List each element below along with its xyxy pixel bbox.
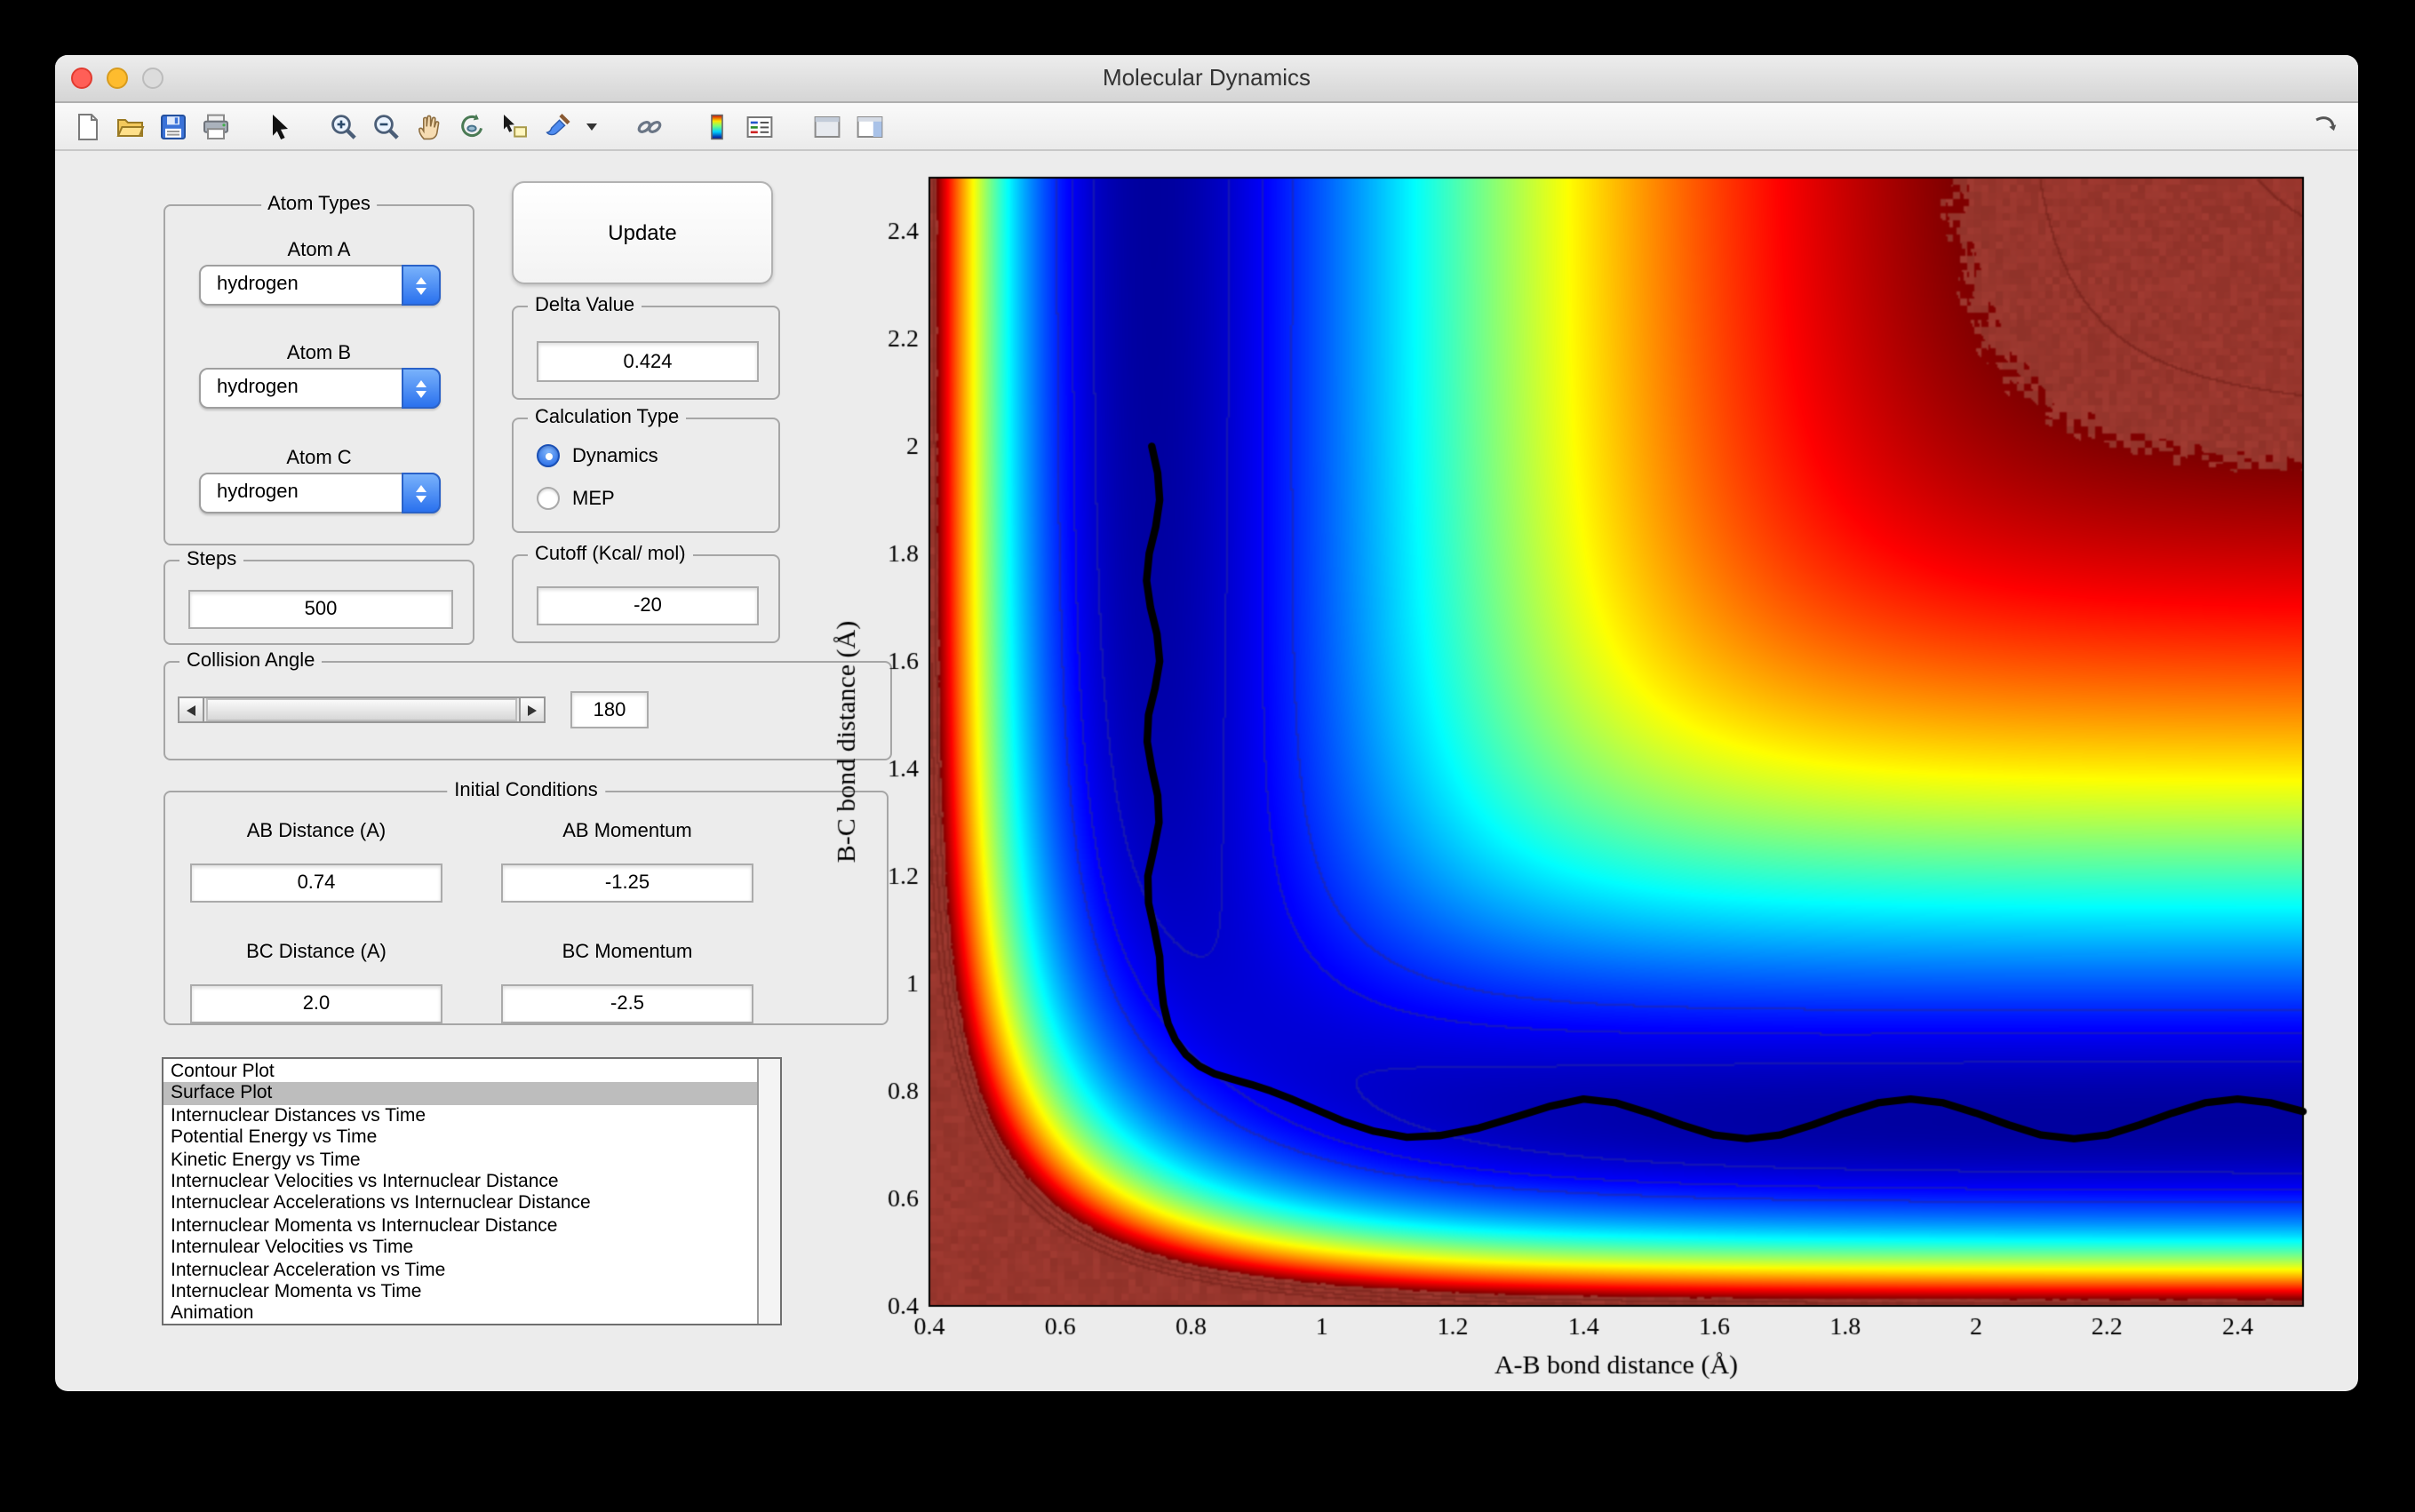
collision-angle-slider[interactable] (178, 696, 546, 723)
delta-value-title: Delta Value (528, 295, 642, 318)
list-item[interactable]: Contour Plot (163, 1061, 757, 1083)
cutoff-group: Cutoff (Kcal/ mol) -20 (512, 554, 780, 643)
dynamics-radio-label: Dynamics (572, 445, 658, 466)
atom-a-value: hydrogen (217, 267, 299, 304)
dynamics-radio[interactable] (537, 444, 560, 467)
list-item[interactable]: Internuclear Velocities vs Internuclear … (163, 1171, 757, 1193)
atom-b-value: hydrogen (217, 370, 299, 407)
link-plot-icon[interactable] (633, 109, 666, 143)
edit-plot-icon[interactable] (263, 109, 297, 143)
slider-left-arrow[interactable] (179, 698, 204, 721)
insert-legend-icon[interactable] (743, 109, 777, 143)
new-figure-icon[interactable] (71, 109, 105, 143)
bc-distance-field[interactable]: 2.0 (190, 984, 442, 1023)
atom-types-group: Atom Types Atom A hydrogen Atom B hydrog… (163, 204, 474, 545)
left-triangle-icon (187, 704, 195, 715)
steps-group: Steps 500 (163, 560, 474, 645)
ab-momentum-field[interactable]: -1.25 (501, 863, 753, 903)
atom-b-label: Atom B (165, 343, 473, 364)
window-titlebar: Molecular Dynamics (55, 55, 2358, 103)
initial-conditions-title: Initial Conditions (447, 780, 604, 803)
list-item[interactable]: Surface Plot (163, 1083, 757, 1105)
steps-title: Steps (179, 549, 243, 572)
dynamics-radio-row[interactable]: Dynamics (537, 444, 658, 467)
collision-angle-field[interactable]: 180 (570, 691, 649, 728)
list-item[interactable]: Internuclear Distances vs Time (163, 1105, 757, 1127)
list-item[interactable]: Internuclear Momenta vs Internuclear Dis… (163, 1214, 757, 1237)
list-item[interactable]: Animation (163, 1303, 757, 1324)
initial-conditions-group: Initial Conditions AB Distance (A) AB Mo… (163, 791, 889, 1025)
potential-energy-surface-plot[interactable] (830, 144, 2351, 1388)
bc-momentum-field[interactable]: -2.5 (501, 984, 753, 1023)
mep-radio-label: MEP (572, 488, 615, 509)
delta-value-field[interactable]: 0.424 (537, 341, 759, 382)
ab-distance-label: AB Distance (A) (190, 821, 442, 842)
listbox-scrollbar[interactable] (757, 1059, 780, 1324)
list-item[interactable]: Internuclear Momenta vs Time (163, 1281, 757, 1303)
calculation-type-group: Calculation Type Dynamics MEP (512, 418, 780, 533)
dropdown-arrows-icon[interactable] (402, 265, 441, 306)
app-window: Molecular Dynamics Atom Types (55, 55, 2358, 1391)
atom-types-title: Atom Types (260, 194, 378, 217)
rotate-3d-icon[interactable] (455, 109, 489, 143)
delta-value-group: Delta Value 0.424 (512, 306, 780, 400)
update-button[interactable]: Update (512, 181, 773, 284)
mep-radio-row[interactable]: MEP (537, 487, 615, 510)
calculation-type-title: Calculation Type (528, 407, 686, 430)
dock-figure-icon[interactable] (2308, 109, 2342, 143)
slider-right-arrow[interactable] (519, 698, 544, 721)
mep-radio[interactable] (537, 487, 560, 510)
ab-momentum-label: AB Momentum (501, 821, 753, 842)
slider-thumb[interactable] (206, 698, 517, 721)
plot-area (830, 144, 2351, 1388)
data-cursor-icon[interactable] (498, 109, 531, 143)
atom-a-label: Atom A (165, 240, 473, 261)
atom-c-dropdown[interactable]: hydrogen (199, 473, 441, 513)
steps-field[interactable]: 500 (188, 590, 453, 629)
bc-momentum-label: BC Momentum (501, 942, 753, 963)
list-item[interactable]: Internulear Velocities vs Time (163, 1237, 757, 1259)
window-title: Molecular Dynamics (55, 55, 2358, 101)
brush-dropdown-caret[interactable] (583, 109, 599, 143)
list-item[interactable]: Internuclear Acceleration vs Time (163, 1259, 757, 1281)
atom-a-dropdown[interactable]: hydrogen (199, 265, 441, 306)
plot-type-listbox[interactable]: Contour Plot Surface Plot Internuclear D… (162, 1057, 782, 1325)
dropdown-arrows-icon[interactable] (402, 368, 441, 409)
list-item[interactable]: Kinetic Energy vs Time (163, 1149, 757, 1171)
show-plot-tools-icon[interactable] (853, 109, 887, 143)
zoom-in-icon[interactable] (327, 109, 361, 143)
right-triangle-icon (528, 704, 537, 715)
insert-colorbar-icon[interactable] (700, 109, 734, 143)
atom-c-value: hydrogen (217, 474, 299, 512)
collision-angle-title: Collision Angle (179, 650, 322, 673)
slider-track[interactable] (206, 698, 517, 721)
open-file-icon[interactable] (114, 109, 147, 143)
zoom-out-icon[interactable] (370, 109, 403, 143)
brush-icon[interactable] (540, 109, 574, 143)
atom-b-dropdown[interactable]: hydrogen (199, 368, 441, 409)
ab-distance-field[interactable]: 0.74 (190, 863, 442, 903)
print-figure-icon[interactable] (199, 109, 233, 143)
list-item[interactable]: Potential Energy vs Time (163, 1126, 757, 1149)
cutoff-field[interactable]: -20 (537, 586, 759, 625)
save-figure-icon[interactable] (156, 109, 190, 143)
cutoff-title: Cutoff (Kcal/ mol) (528, 544, 693, 567)
plot-type-list: Contour Plot Surface Plot Internuclear D… (163, 1061, 757, 1324)
hide-plot-tools-icon[interactable] (810, 109, 844, 143)
atom-c-label: Atom C (165, 448, 473, 469)
list-item[interactable]: Internuclear Accelerations vs Internucle… (163, 1193, 757, 1215)
pan-icon[interactable] (412, 109, 446, 143)
dropdown-arrows-icon[interactable] (402, 473, 441, 513)
bc-distance-label: BC Distance (A) (190, 942, 442, 963)
collision-angle-group: Collision Angle 180 (163, 661, 892, 760)
